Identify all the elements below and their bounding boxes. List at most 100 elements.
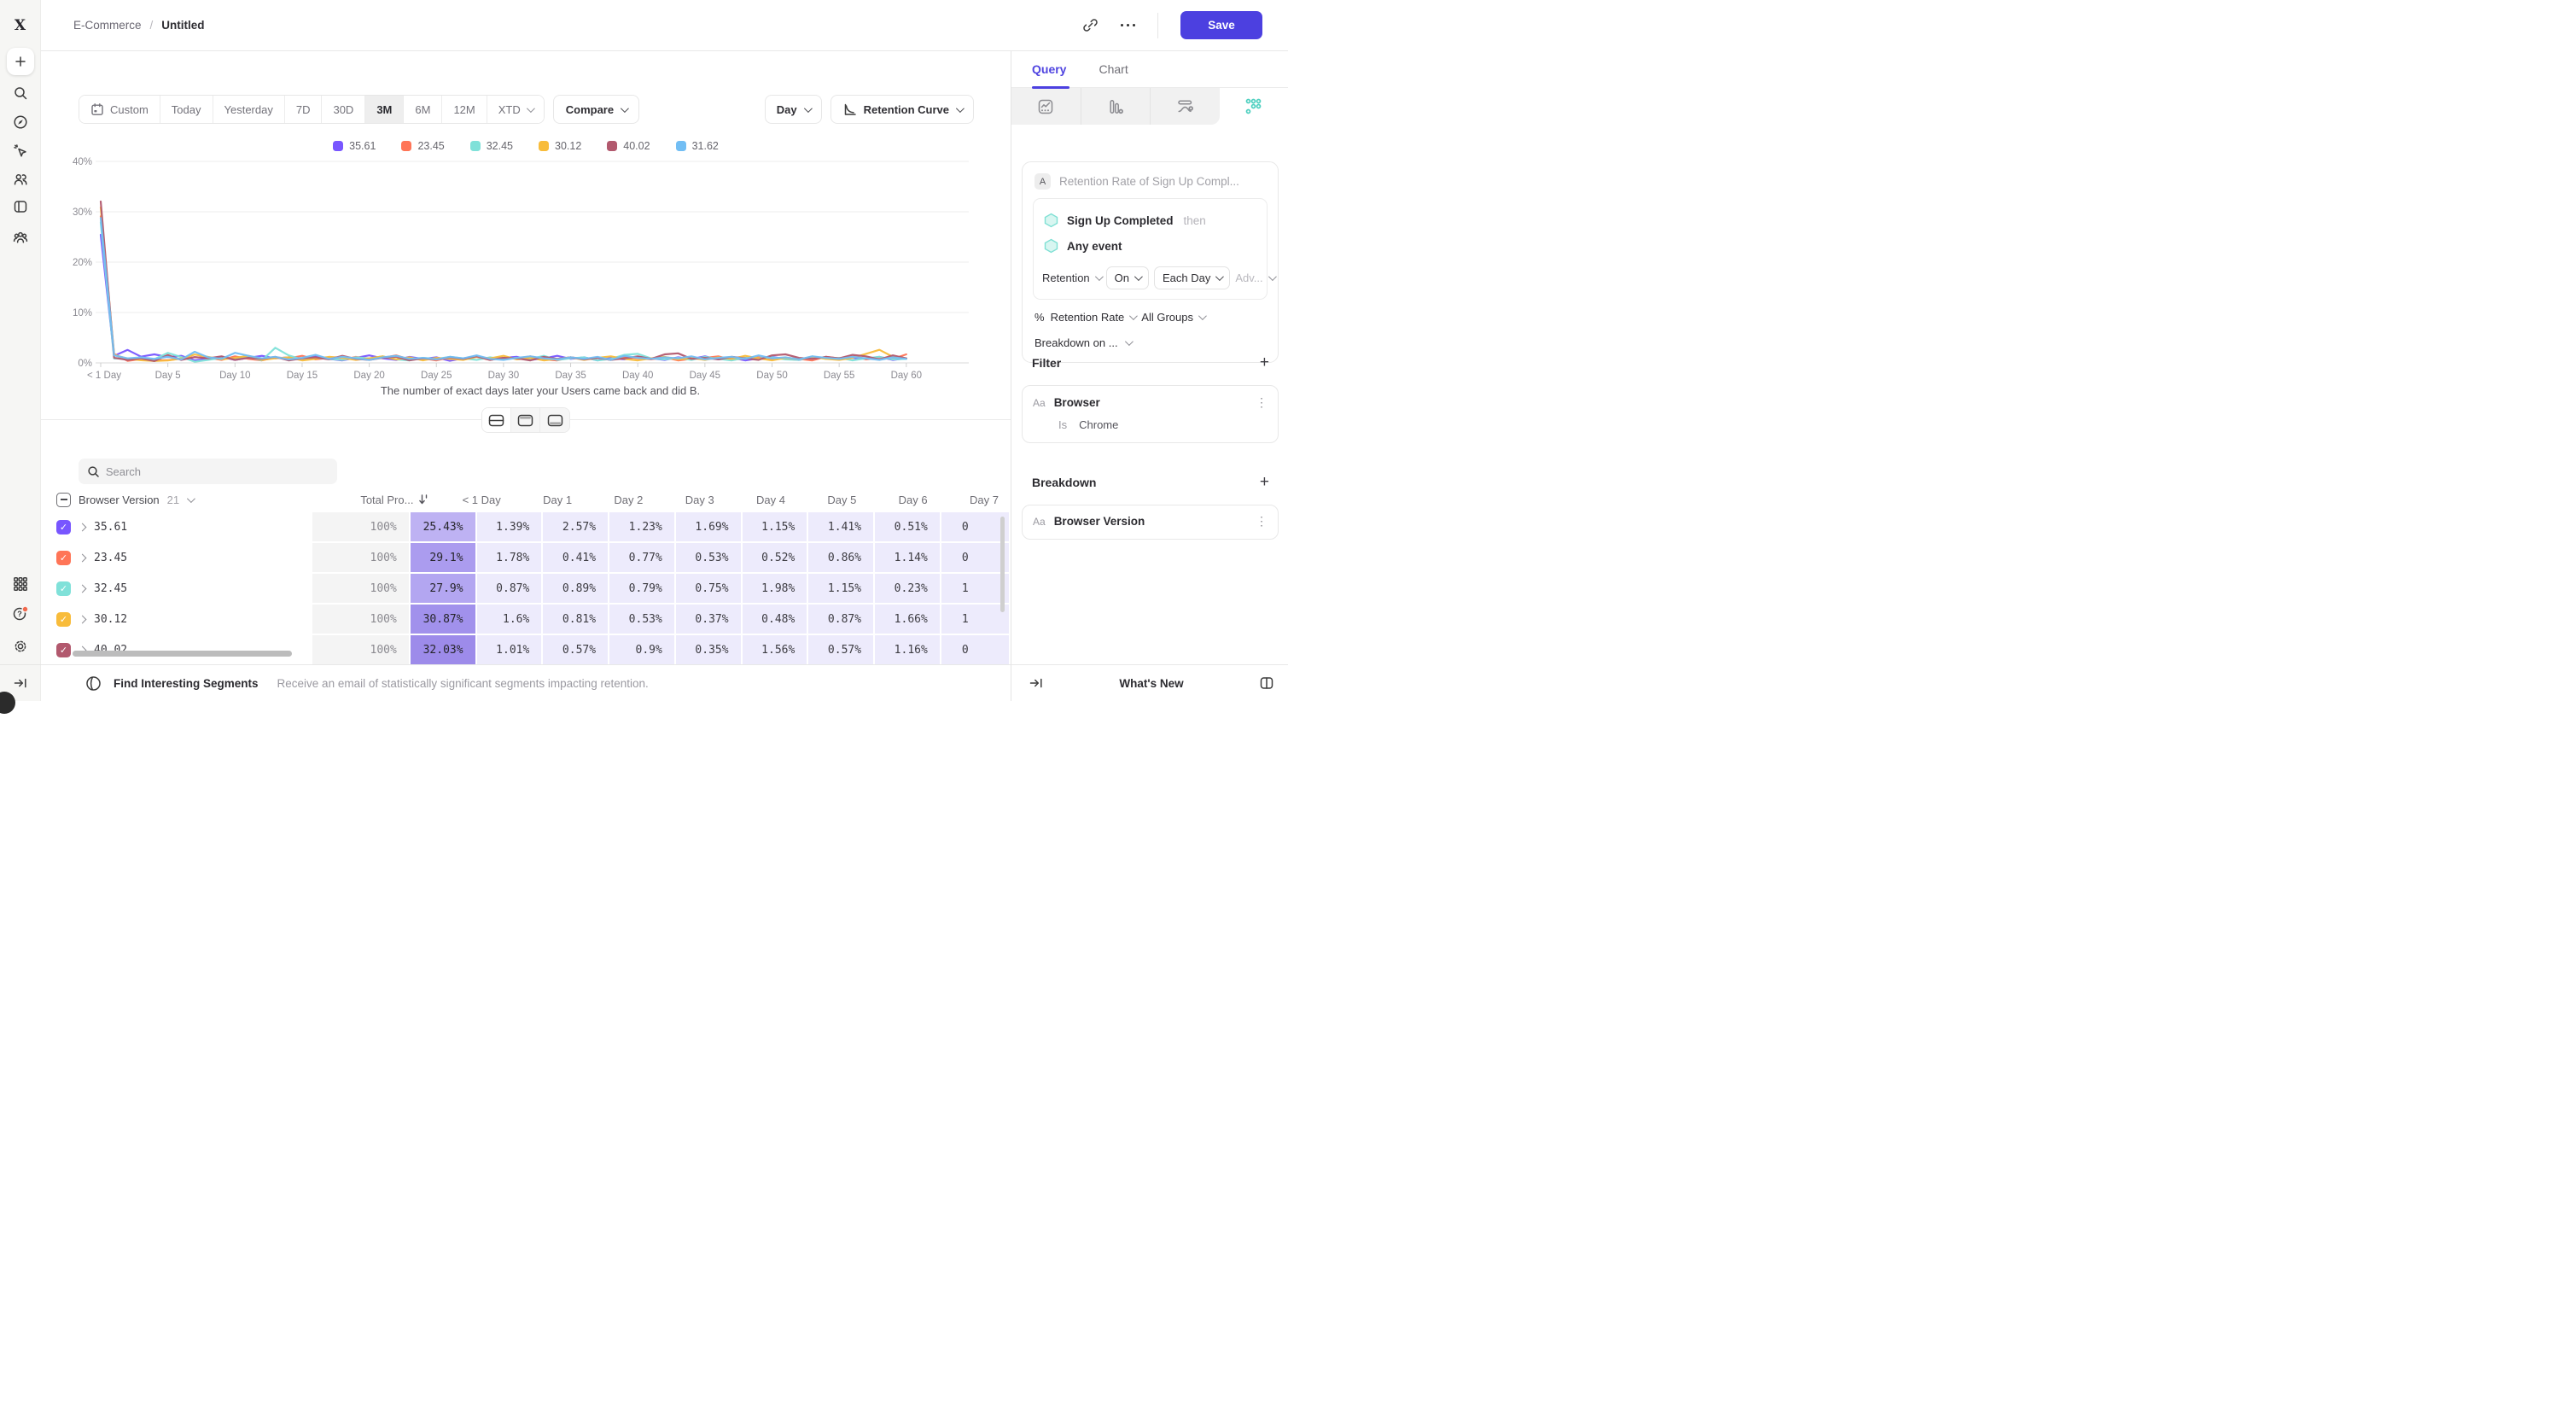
discover-compass-icon[interactable] [13,114,28,130]
kebab-menu-icon[interactable]: ⋮ [1256,514,1268,529]
row-checkbox[interactable]: ✓ [56,551,71,565]
day-cell[interactable]: 1.16% [875,635,941,664]
event-row-return[interactable]: Any event [1042,233,1258,259]
day-column-header[interactable]: Day 1 [513,487,584,512]
help-icon[interactable]: ? [12,605,29,622]
day-cell[interactable]: 0.41% [543,543,609,572]
day-cell[interactable]: 0.57% [543,635,609,664]
save-button[interactable]: Save [1180,11,1262,39]
event-row-born[interactable]: Sign Up Completed then [1042,207,1258,233]
date-range-3m[interactable]: 3M [365,96,404,123]
horizontal-scrollbar[interactable] [73,651,292,657]
legend-item[interactable]: 35.61 [333,140,376,152]
day-cell[interactable]: 1.66% [875,605,941,634]
day-cell[interactable]: 0.35% [676,635,743,664]
date-range-12m[interactable]: 12M [442,96,487,123]
day-cell[interactable]: 1.6% [477,605,544,634]
whats-new-link[interactable]: What's New [1044,677,1259,690]
date-range-xtd[interactable]: XTD [487,96,544,123]
retention-type-dropdown[interactable]: Retention [1042,272,1101,284]
chevron-right-icon[interactable] [79,523,87,531]
filter-card[interactable]: Aa Browser ⋮ Is Chrome [1022,385,1279,443]
row-label[interactable]: 23.45 [94,552,127,564]
day-cell[interactable]: 0.9% [609,635,676,664]
day-column-header[interactable]: Day 4 [726,487,797,512]
cohorts-icon[interactable] [13,230,28,245]
day-cell[interactable]: 0.57% [808,635,875,664]
day-cell[interactable]: 1.23% [609,512,676,541]
funnels-report-tab[interactable] [1081,88,1151,125]
day-cell[interactable]: 0.51% [875,512,941,541]
search-nav-icon[interactable] [13,85,28,101]
row-label[interactable]: 30.12 [94,613,127,626]
chart-type-dropdown[interactable]: Retention Curve [830,95,974,124]
more-options-icon[interactable] [1121,24,1136,27]
first-day-cell[interactable]: 32.03% [411,635,477,664]
chevron-right-icon[interactable] [79,615,87,623]
create-new-button[interactable] [7,48,34,75]
date-range-30d[interactable]: 30D [322,96,365,123]
first-day-cell[interactable]: 25.43% [411,512,477,541]
day-column-header[interactable]: Day 3 [655,487,726,512]
query-title[interactable]: Retention Rate of Sign Up Compl... [1059,175,1239,188]
day-cell-partial[interactable]: 0 [941,635,1011,664]
row-checkbox[interactable]: ✓ [56,612,71,627]
day-cell[interactable]: 1.39% [477,512,544,541]
day-column-header[interactable]: Day 6 [868,487,939,512]
on-dropdown[interactable]: On [1106,266,1149,289]
row-checkbox[interactable]: ✓ [56,643,71,657]
add-breakdown-button[interactable]: + [1260,474,1269,490]
day-cell[interactable]: 1.01% [477,635,544,664]
layout-chart-toggle[interactable] [511,408,540,432]
row-checkbox[interactable]: ✓ [56,581,71,596]
day-cell[interactable]: 2.57% [543,512,609,541]
row-label[interactable]: 35.61 [94,521,127,534]
search-input[interactable] [106,465,329,478]
advanced-dropdown[interactable]: Adv... [1235,272,1273,284]
retention-report-tab[interactable] [1220,88,1289,125]
day-cell[interactable]: 1.78% [477,543,544,572]
expand-sidebar-icon[interactable] [13,675,28,691]
mixpanel-logo-icon[interactable]: X [15,17,26,34]
day-cell[interactable]: 0.79% [609,574,676,603]
share-link-icon[interactable] [1082,17,1099,33]
day-column-header[interactable]: Day 7 [940,487,1011,512]
legend-item[interactable]: 23.45 [401,140,444,152]
date-range-6m[interactable]: 6M [404,96,442,123]
tab-query[interactable]: Query [1032,62,1066,76]
date-range-today[interactable]: Today [160,96,213,123]
date-range-yesterday[interactable]: Yesterday [213,96,285,123]
day-cell[interactable]: 0.87% [477,574,544,603]
day-column-header[interactable]: Day 2 [584,487,655,512]
date-range-7d[interactable]: 7D [285,96,323,123]
first-day-cell[interactable]: 30.87% [411,605,477,634]
legend-item[interactable]: 30.12 [539,140,581,152]
layout-table-toggle[interactable] [540,408,569,432]
day-cell[interactable]: 0.23% [875,574,941,603]
events-cursor-icon[interactable] [13,143,28,159]
date-range-custom[interactable]: Custom [79,96,160,123]
settings-gear-icon[interactable] [13,639,28,654]
collapse-panel-icon[interactable] [1029,675,1044,691]
kebab-menu-icon[interactable]: ⋮ [1256,395,1268,410]
day-cell[interactable]: 0.87% [808,605,875,634]
add-filter-button[interactable]: + [1260,354,1269,371]
floating-button-partial[interactable] [0,692,15,714]
each-day-dropdown[interactable]: Each Day [1154,266,1230,289]
side-panel-icon[interactable] [1259,675,1274,691]
first-day-cell[interactable]: 29.1% [411,543,477,572]
day-cell[interactable]: 1.56% [743,635,809,664]
first-day-cell[interactable]: 27.9% [411,574,477,603]
layout-split-toggle[interactable] [482,408,511,432]
vertical-scrollbar[interactable] [1000,517,1005,612]
filter-value[interactable]: Chrome [1079,418,1118,431]
tab-chart[interactable]: Chart [1099,62,1128,76]
day-cell[interactable]: 1.41% [808,512,875,541]
measure-dropdown[interactable]: Retention Rate [1051,311,1136,324]
find-segments-link[interactable]: Find Interesting Segments [114,677,259,690]
day-cell[interactable]: 0.77% [609,543,676,572]
day-cell[interactable]: 0.48% [743,605,809,634]
day-cell[interactable]: 0.89% [543,574,609,603]
day-cell[interactable]: 1.14% [875,543,941,572]
day-cell[interactable]: 1.15% [808,574,875,603]
